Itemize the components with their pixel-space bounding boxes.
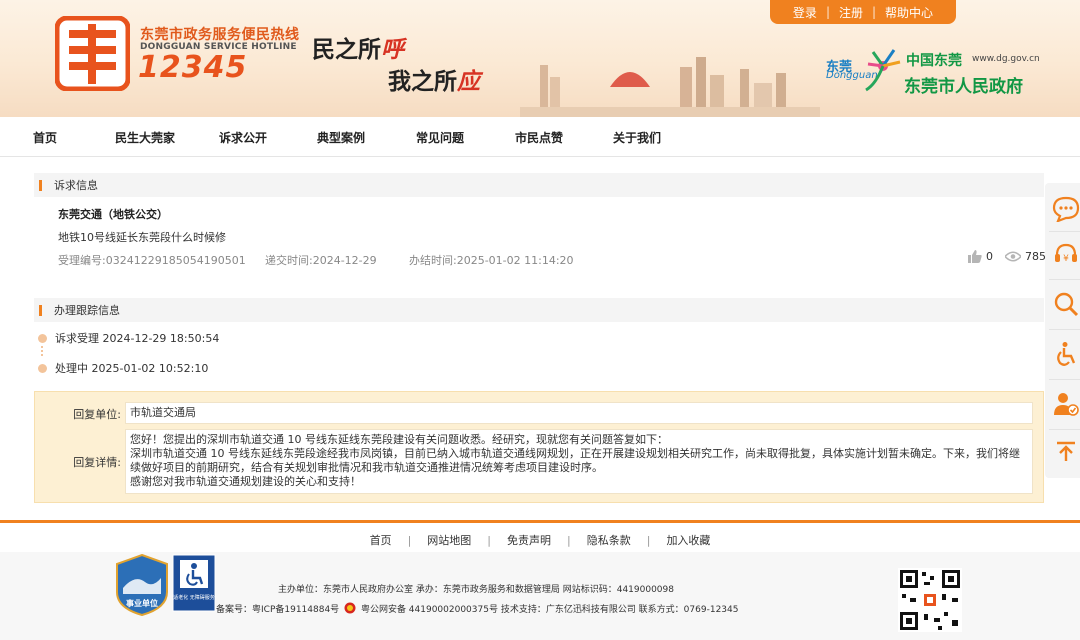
step-connector xyxy=(41,346,43,356)
chat-icon[interactable] xyxy=(1049,192,1080,226)
footer-icp: 备案号：粤ICP备19114884号 粤公网安备 44190002000375号… xyxy=(216,602,738,615)
appeal-section-header: 诉求信息 xyxy=(34,173,1044,197)
thumbs-up-icon[interactable] xyxy=(968,250,982,263)
register-link[interactable]: 注册 xyxy=(830,4,872,21)
help-center-link[interactable]: 帮助中心 xyxy=(876,4,942,21)
reply-panel: 回复单位: 市轨道交通局 回复详情: 您好！您提出的深圳市轨道交通 10 号线东… xyxy=(34,391,1044,503)
step-dot-icon xyxy=(38,333,47,343)
footer-link-favorite[interactable]: 加入收藏 xyxy=(666,532,710,548)
footer-links: 首页 | 网站地图 | 免责声明 | 隐私条款 | 加入收藏 xyxy=(369,532,711,548)
appeal-stats: 0 785 xyxy=(968,250,1046,263)
svg-text:¥: ¥ xyxy=(1063,254,1069,264)
hotline-number: 12345 xyxy=(138,50,248,85)
footer-link-sitemap[interactable]: 网站地图 xyxy=(427,532,471,548)
accessibility-badge-icon[interactable]: 适老化 无障碍服务 xyxy=(172,554,216,612)
view-count: 785 xyxy=(1025,250,1046,263)
gov-brand-cn: 中国东莞 xyxy=(906,53,962,69)
dongguan-flower-icon xyxy=(865,49,901,92)
side-toolbar: ¥ xyxy=(1045,183,1080,478)
accessibility-icon[interactable] xyxy=(1049,337,1080,371)
footer-divider xyxy=(0,520,1080,523)
svg-text:事业单位: 事业单位 xyxy=(126,598,158,608)
nav-about[interactable]: 关于我们 xyxy=(613,129,661,146)
like-count: 0 xyxy=(986,250,993,263)
footer-link-home[interactable]: 首页 xyxy=(370,532,392,548)
nav-home[interactable]: 首页 xyxy=(33,129,57,146)
appeal-category: 东莞交通（地铁公交） xyxy=(58,208,168,221)
slogan-line-1: 民之所呼 xyxy=(312,36,404,63)
hotline-icon[interactable]: ¥ xyxy=(1049,238,1080,272)
footer-info: 事业单位 适老化 无障碍服务 主办单位：东莞市人民政府办公室 承办：东莞市政务服… xyxy=(0,552,1080,640)
reply-unit-value: 市轨道交通局 xyxy=(125,402,1033,424)
nav-cases[interactable]: 典型案例 xyxy=(317,129,365,146)
svg-text:适老化 无障碍服务: 适老化 无障碍服务 xyxy=(173,594,215,601)
qr-code-icon xyxy=(898,568,962,632)
hotline-logo-icon xyxy=(55,16,130,91)
appeal-submit-time: 递交时间:2024-12-29 xyxy=(265,254,377,267)
section-title: 办理跟踪信息 xyxy=(54,304,120,317)
nav-faq[interactable]: 常见问题 xyxy=(416,129,464,146)
back-to-top-icon[interactable] xyxy=(1049,435,1080,469)
public-institution-badge-icon[interactable]: 事业单位 xyxy=(115,554,169,616)
reply-unit-label: 回复单位: xyxy=(73,408,121,421)
footer-link-privacy[interactable]: 隐私条款 xyxy=(587,532,631,548)
tracking-section-header: 办理跟踪信息 xyxy=(34,298,1044,322)
nav-praise[interactable]: 市民点赞 xyxy=(515,129,563,146)
appeal-id: 受理编号:03241229185054190501 xyxy=(58,254,246,267)
slogan-line-2: 我之所应 xyxy=(388,68,480,95)
login-link[interactable]: 登录 xyxy=(784,4,826,21)
footer-link-disclaimer[interactable]: 免责声明 xyxy=(507,532,551,548)
reply-detail: 您好！您提出的深圳市轨道交通 10 号线东延线东莞段建设有关问题收悉。经研究，现… xyxy=(125,429,1033,494)
hotline-title: 东莞市政务服务便民热线 xyxy=(140,27,300,43)
gov-url[interactable]: www.dg.gov.cn xyxy=(972,54,1040,64)
appeal-question: 地铁10号线延长东莞段什么时候修 xyxy=(58,231,226,244)
police-emblem-icon xyxy=(344,602,356,614)
section-title: 诉求信息 xyxy=(54,179,98,192)
tracking-step: 诉求受理 2024-12-29 18:50:54 xyxy=(38,330,219,346)
account-bar: 登录 | 注册 | 帮助中心 xyxy=(770,0,956,24)
gov-name[interactable]: 东莞市人民政府 xyxy=(904,72,1023,97)
footer-organizer: 主办单位：东莞市人民政府办公室 承办：东莞市政务服务和数据管理局 网站标识码：4… xyxy=(278,585,674,595)
elderly-service-icon[interactable] xyxy=(1049,387,1080,421)
main-nav: 首页 民生大莞家 诉求公开 典型案例 常见问题 市民点赞 关于我们 xyxy=(0,117,1080,157)
site-header: 东莞市政务服务便民热线 DONGGUAN SERVICE HOTLINE 123… xyxy=(0,0,1080,117)
tracking-step: 处理中 2025-01-02 10:52:10 xyxy=(38,360,208,376)
city-skyline-graphic xyxy=(520,57,820,117)
reply-detail-label: 回复详情: xyxy=(73,456,121,469)
nav-livelihood[interactable]: 民生大莞家 xyxy=(115,129,175,146)
eye-icon xyxy=(1005,251,1021,262)
nav-appeals[interactable]: 诉求公开 xyxy=(219,129,267,146)
step-dot-icon xyxy=(38,363,47,373)
appeal-done-time: 办结时间:2025-01-02 11:14:20 xyxy=(409,254,574,267)
search-icon[interactable] xyxy=(1049,287,1080,321)
